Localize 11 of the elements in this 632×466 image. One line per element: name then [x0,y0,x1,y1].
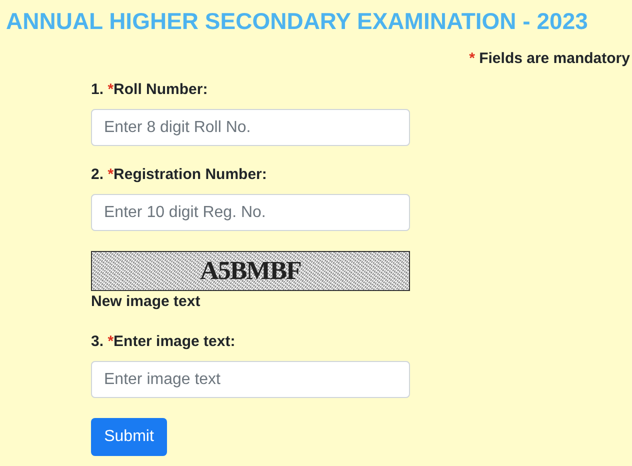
submit-button[interactable]: Submit [91,418,167,456]
input-field[interactable]: Enter 8 digit Roll No. [91,109,410,146]
new-image-link[interactable]: New image text [91,293,200,310]
field-label: 2. *Registration Number: [91,166,267,184]
mandatory-note: * Fields are mandatory [468,50,631,67]
input-field[interactable]: Enter image text [91,361,410,398]
captcha-text: A5BMBF [200,256,301,286]
input-field[interactable]: Enter 10 digit Reg. No. [91,194,410,231]
field-label: 3. *Enter image text: [91,333,236,351]
page-title: ANNUAL HIGHER SECONDARY EXAMINATION - 2023 [5,7,589,36]
field-label: 1. *Roll Number: [91,81,208,99]
